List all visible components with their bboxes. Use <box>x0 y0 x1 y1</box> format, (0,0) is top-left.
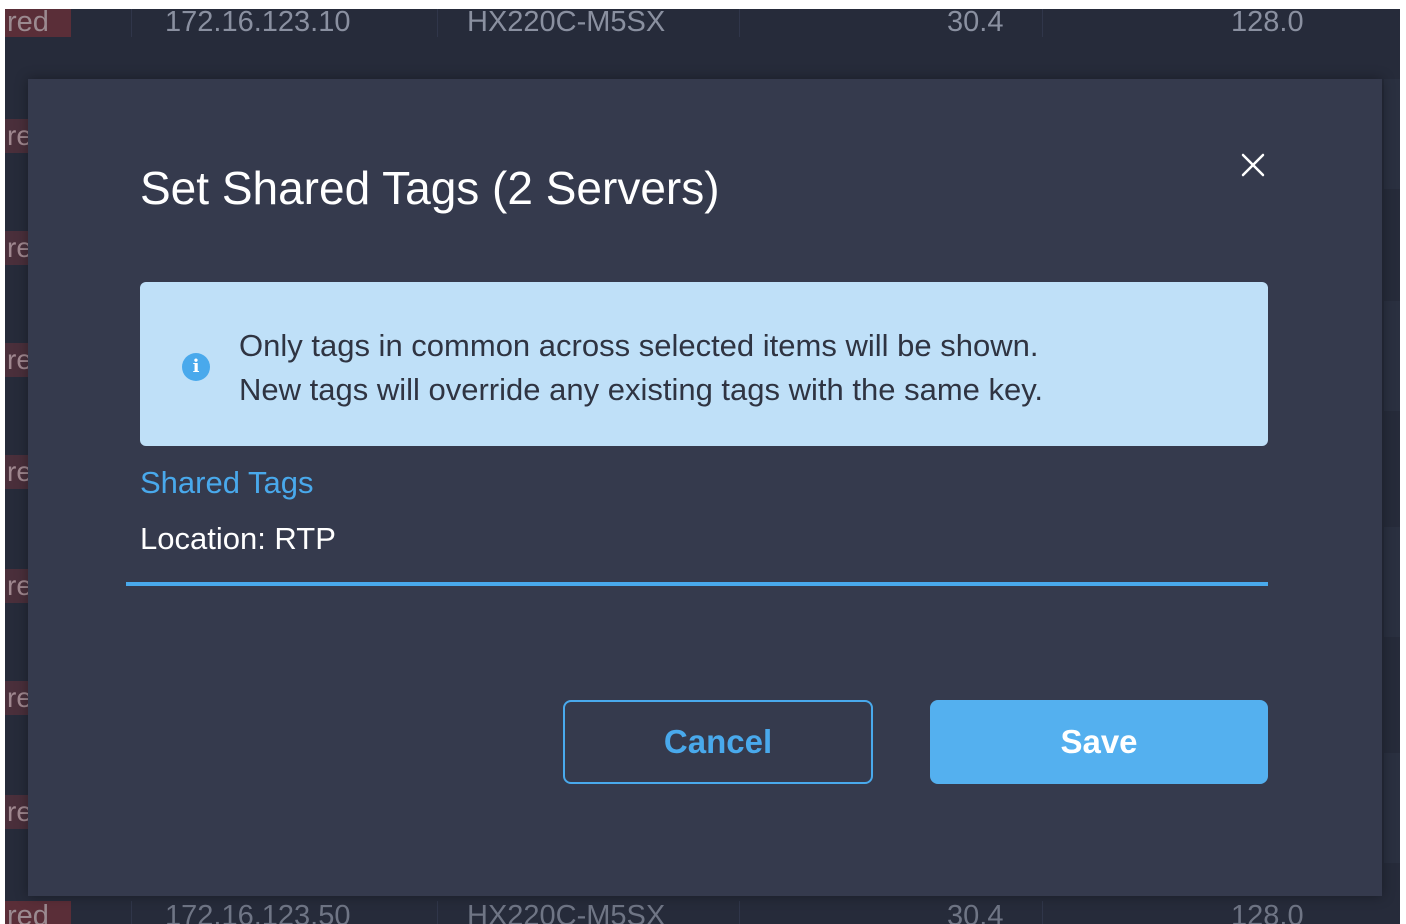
cpu-cell: 30.4 <box>947 9 1004 38</box>
ip-cell: 172.16.123.50 <box>165 900 351 924</box>
row-edge <box>1384 79 1400 189</box>
column-divider <box>131 9 132 37</box>
column-divider <box>739 901 740 924</box>
dialog-title: Set Shared Tags (2 Servers) <box>140 162 720 214</box>
input-focus-underline <box>126 582 1268 586</box>
info-line-2: New tags will override any existing tags… <box>239 372 1044 407</box>
save-button[interactable]: Save <box>930 700 1268 784</box>
column-divider <box>437 901 438 924</box>
column-divider <box>739 9 740 37</box>
memory-cell: 128.0 <box>1231 900 1304 924</box>
memory-cell: 128.0 <box>1231 9 1304 38</box>
info-icon: i <box>182 353 210 381</box>
row-edge <box>1384 301 1400 411</box>
status-badge: red <box>5 9 71 37</box>
info-message: Only tags in common across selected item… <box>239 324 1043 412</box>
cpu-cell: 30.4 <box>947 900 1004 924</box>
column-divider <box>131 901 132 924</box>
info-line-1: Only tags in common across selected item… <box>239 328 1039 363</box>
table-row: red 172.16.123.10 HX220C-M5SX 30.4 128.0 <box>5 9 1400 37</box>
column-divider <box>1042 901 1043 924</box>
ip-cell: 172.16.123.10 <box>165 9 351 38</box>
shared-tags-input[interactable] <box>140 516 1268 562</box>
status-badge: red <box>5 901 71 924</box>
row-edge <box>1384 753 1400 863</box>
set-shared-tags-dialog: Set Shared Tags (2 Servers) i Only tags … <box>28 79 1382 896</box>
close-icon[interactable] <box>1237 149 1269 181</box>
cancel-button[interactable]: Cancel <box>563 700 873 784</box>
table-row: red 172.16.123.50 HX220C-M5SX 30.4 128.0 <box>5 901 1400 924</box>
model-cell: HX220C-M5SX <box>467 900 666 924</box>
row-edge <box>1384 527 1400 637</box>
screen: red 172.16.123.10 HX220C-M5SX 30.4 128.0… <box>0 0 1406 924</box>
info-banner: i Only tags in common across selected it… <box>140 282 1268 446</box>
shared-tags-label: Shared Tags <box>140 465 314 500</box>
column-divider <box>437 9 438 37</box>
column-divider <box>1042 9 1043 37</box>
model-cell: HX220C-M5SX <box>467 9 666 38</box>
